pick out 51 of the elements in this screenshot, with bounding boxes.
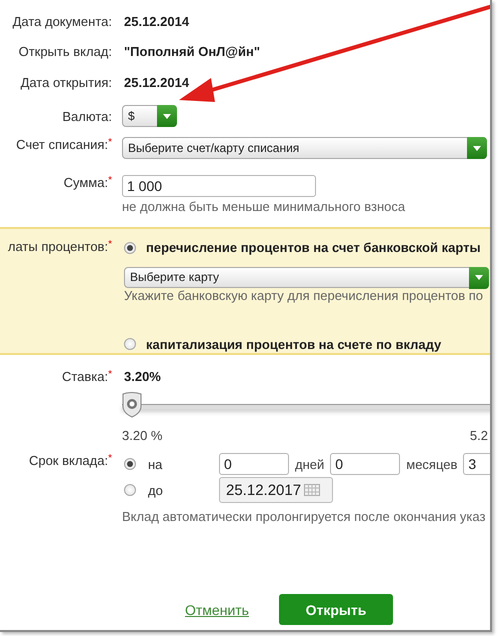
- hint-text: Укажите банковскую карту для перечисления процентов по: [124, 288, 484, 304]
- slider-max-label: 5.2: [470, 428, 488, 443]
- field-label: Сумма:: [64, 175, 108, 190]
- field-value: 25.12.2014: [124, 75, 190, 90]
- input-field[interactable]: 3: [463, 453, 490, 475]
- required-mark: *: [108, 239, 112, 250]
- hint-text: не должна быть меньше минимального взноса: [122, 199, 406, 214]
- unit-label: дней: [295, 456, 324, 472]
- option-label: капитализация процентов на счете по вкладу: [146, 336, 442, 352]
- open-button[interactable]: Открыть: [278, 594, 393, 625]
- field-label: Срок вклада:: [28, 453, 108, 468]
- field-label: Валюта:: [62, 108, 112, 124]
- option-label: на: [148, 456, 162, 472]
- input-field[interactable]: 0: [330, 453, 400, 475]
- cancel-link[interactable]: Отменить: [185, 602, 249, 618]
- input-field[interactable]: 1 000: [122, 175, 316, 197]
- field-label: Открыть вклад:: [18, 44, 112, 59]
- field-label: Ставка:: [62, 369, 108, 384]
- option-label: до: [148, 482, 163, 498]
- radio-button[interactable]: [124, 484, 136, 496]
- field-label: Счет списания:: [16, 137, 108, 152]
- radio-button[interactable]: [124, 458, 136, 470]
- required-mark: *: [108, 369, 112, 380]
- dropdown[interactable]: $: [122, 105, 177, 127]
- input-field[interactable]: 0: [219, 453, 289, 475]
- caret-icon: [163, 114, 171, 118]
- option-label: перечисление процентов на счет банковской карты: [146, 240, 481, 256]
- date-field[interactable]: 25.12.2017: [219, 477, 333, 503]
- caret-icon: [473, 146, 481, 150]
- field-label: латы процентов:: [8, 239, 108, 254]
- rate-value: 3.20%: [124, 369, 161, 384]
- field-label: Дата открытия:: [20, 75, 112, 90]
- dropdown[interactable]: Выберите карту: [124, 266, 489, 288]
- dropdown[interactable]: Выберите счет/карту списания: [122, 137, 487, 159]
- dropdown-toggle[interactable]: [467, 137, 487, 159]
- calendar-icon: [304, 484, 320, 496]
- slider-min-label: 3.20 %: [122, 428, 162, 443]
- caret-icon: [475, 275, 483, 280]
- radio-button[interactable]: [124, 338, 136, 350]
- required-mark: *: [108, 175, 112, 186]
- slider-thumb[interactable]: [122, 392, 142, 418]
- required-mark: *: [108, 137, 112, 148]
- unit-label: месяцев: [406, 456, 458, 472]
- dropdown-toggle[interactable]: [469, 266, 489, 289]
- field-value: "Пополняй ОнЛ@йн": [124, 44, 260, 59]
- hint-text: Вклад автоматически пролонгируется после окончания указ: [122, 509, 486, 524]
- dropdown-toggle[interactable]: [157, 105, 177, 127]
- field-label: Дата документа:: [12, 14, 112, 28]
- required-mark: *: [108, 453, 112, 464]
- radio-button[interactable]: [124, 242, 136, 254]
- field-value: 25.12.2014: [124, 14, 190, 28]
